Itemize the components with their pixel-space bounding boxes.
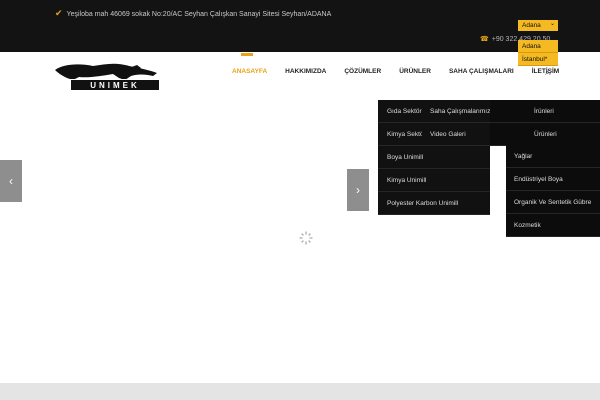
main-nav: ANASAYFA HAKKIMIZDA ÇÖZÜMLER ÜRÜNLER SAH…	[232, 53, 577, 80]
address: ✔ Yeşiloba mah 46069 sokak No:20/AC Seyha…	[55, 8, 331, 19]
nav-item-urunler[interactable]: ÜRÜNLER	[399, 68, 431, 80]
chevron-left-icon: ‹	[9, 174, 13, 188]
search-icon[interactable]: ⌕	[545, 68, 549, 78]
city-select-value: Adana	[522, 22, 541, 29]
dropdown-item[interactable]: İrünleri	[490, 100, 600, 123]
slider-prev-button[interactable]: ‹	[0, 160, 22, 202]
nav-item-anasayfa[interactable]: ANASAYFA	[232, 53, 267, 80]
dropdown-item[interactable]: Boya Unimill	[378, 146, 490, 169]
city-option[interactable]: Adana	[518, 40, 558, 53]
dropdown-urunler-sub: Yağlar Endüstriyel Boya Organik Ve Sente…	[506, 145, 600, 237]
chevron-right-icon: ›	[356, 183, 360, 197]
chevron-down-icon: ⌄	[549, 21, 555, 27]
footer-strip	[0, 383, 600, 400]
loading-spinner-icon	[298, 230, 314, 246]
city-option[interactable]: İstanbul*	[518, 53, 558, 66]
city-options: Adana İstanbul*	[518, 40, 558, 66]
city-select[interactable]: Adana ⌄	[518, 20, 558, 31]
dropdown-item[interactable]: Kozmetik	[506, 214, 600, 237]
dropdown-item[interactable]: Endüstriyel Boya	[506, 168, 600, 191]
nav-item-hakkimizda[interactable]: HAKKIMIZDA	[285, 68, 326, 80]
logo-text: UNIMEK	[70, 79, 160, 91]
dropdown-item[interactable]: Ürünleri	[490, 123, 600, 146]
dropdown-item[interactable]: Organik Ve Sentetik Gübre	[506, 191, 600, 214]
dropdown-item[interactable]: Yağlar	[506, 145, 600, 168]
nav-item-saha[interactable]: SAHA ÇALIŞMALARI	[449, 68, 514, 80]
dropdown-item[interactable]: Polyester Karbon Unimill	[378, 192, 490, 215]
dropdown-urunler: İrünleri Ürünleri	[490, 100, 600, 146]
phone-icon: ☎	[480, 36, 489, 43]
address-text: Yeşiloba mah 46069 sokak No:20/AC Seyhan…	[66, 11, 332, 18]
dropdown-item[interactable]: Kimya Unimill	[378, 169, 490, 192]
nav-item-cozumler[interactable]: ÇÖZÜMLER	[344, 68, 381, 80]
check-icon: ✔	[55, 8, 63, 18]
slider-next-button[interactable]: ›	[347, 169, 369, 211]
